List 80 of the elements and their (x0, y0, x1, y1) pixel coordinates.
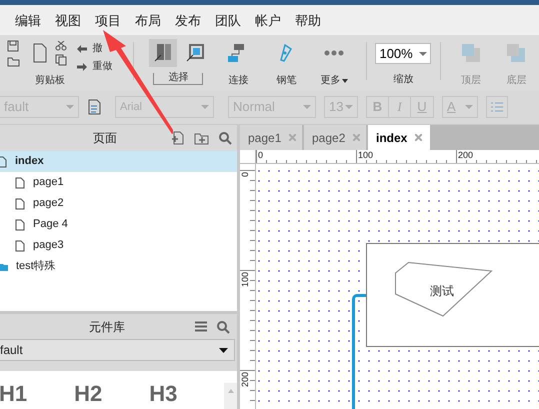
page-icon (15, 176, 25, 188)
ruler-label: 100 (358, 150, 374, 160)
select-tool-icon (154, 44, 172, 62)
ruler-label: 100 (241, 272, 250, 288)
toolbar-label: 剪贴板 (34, 74, 65, 88)
tool-label: 更多 (320, 74, 340, 88)
toolbar-label: 底层 (506, 74, 526, 88)
caret-icon (345, 105, 353, 109)
redo-icon (76, 62, 88, 72)
page-icon (15, 218, 25, 230)
menu-item[interactable]: 帮助 (295, 14, 321, 26)
shape-text: 测试 (430, 283, 454, 300)
tree-item[interactable]: Page 4 (0, 214, 237, 235)
ruler-label: 200 (241, 372, 250, 388)
connector-line[interactable] (352, 294, 366, 409)
redo-button[interactable]: 重做 (92, 59, 112, 74)
panel-title: 元件库 (89, 318, 126, 336)
toolbar-label: 缩放 (393, 72, 414, 87)
caret-icon (465, 105, 473, 109)
add-folder-icon (194, 132, 209, 144)
heading-widget[interactable]: H1 (0, 383, 74, 405)
folder-icon (6, 56, 20, 67)
ruler-label: 0 (241, 172, 250, 178)
tab[interactable]: page1 (240, 125, 302, 150)
page-icon (0, 156, 7, 168)
add-page-icon (171, 131, 185, 145)
menu-item[interactable]: 视图 (55, 14, 81, 26)
style-icon (87, 99, 103, 115)
undo-button[interactable]: 撤 (92, 41, 102, 56)
save-icon (7, 40, 20, 52)
close-icon (289, 134, 296, 141)
caret-icon (342, 78, 348, 82)
polygon-shape[interactable] (394, 261, 494, 317)
ruler-label: 200 (458, 150, 474, 160)
close-icon (353, 134, 360, 141)
search-icon (216, 320, 230, 334)
zoom-dropdown[interactable]: 100% (375, 43, 432, 64)
document-icon (32, 43, 47, 63)
select-area-icon (186, 44, 204, 62)
panel-title: 页面 (93, 130, 118, 147)
tool-label: 选择 (153, 73, 204, 85)
ruler-label: 0 (258, 150, 264, 160)
tree-item[interactable]: test特殊 (0, 256, 237, 277)
scroll-up-icon (228, 389, 234, 393)
tree-item[interactable]: index (0, 151, 237, 172)
menu-icon (195, 321, 207, 332)
toolbar-label: 顶层 (461, 74, 482, 88)
heading-widget[interactable]: H2 (74, 383, 150, 405)
menu-item[interactable]: 团队 (215, 14, 241, 26)
menu-item[interactable]: 编辑 (15, 14, 41, 26)
list-icon (491, 102, 503, 112)
tab[interactable]: index (368, 125, 430, 150)
tool-label: 连接 (228, 74, 248, 88)
menu-item[interactable]: 帐户 (255, 14, 281, 26)
copy-icon (54, 54, 67, 66)
tree-item[interactable]: page1 (0, 172, 237, 193)
close-icon (415, 134, 422, 141)
tab[interactable]: page2 (304, 125, 366, 150)
search-icon (218, 131, 232, 145)
menu-item[interactable]: 发布 (175, 14, 201, 26)
page-icon (15, 240, 25, 252)
caret-icon (419, 52, 428, 56)
tree-item[interactable]: page2 (0, 193, 237, 214)
caret-icon (303, 105, 311, 109)
library-dropdown[interactable]: fault (0, 339, 235, 361)
menu-item[interactable]: 项目 (95, 14, 121, 26)
folder-icon (0, 262, 8, 270)
tree-item[interactable]: page3 (0, 235, 237, 256)
select-tool-button[interactable] (149, 39, 178, 67)
scissors-icon (54, 40, 67, 50)
more-icon (324, 50, 344, 56)
canvas[interactable]: 测试 (256, 164, 539, 409)
caret-icon (66, 105, 74, 109)
tool-label: 钢笔 (276, 74, 296, 88)
caret-icon (201, 105, 209, 109)
undo-icon (76, 44, 88, 54)
page-icon (15, 198, 25, 210)
caret-icon (219, 348, 228, 352)
heading-widget[interactable]: H3 (149, 383, 224, 405)
menu-item[interactable]: 布局 (135, 14, 161, 26)
